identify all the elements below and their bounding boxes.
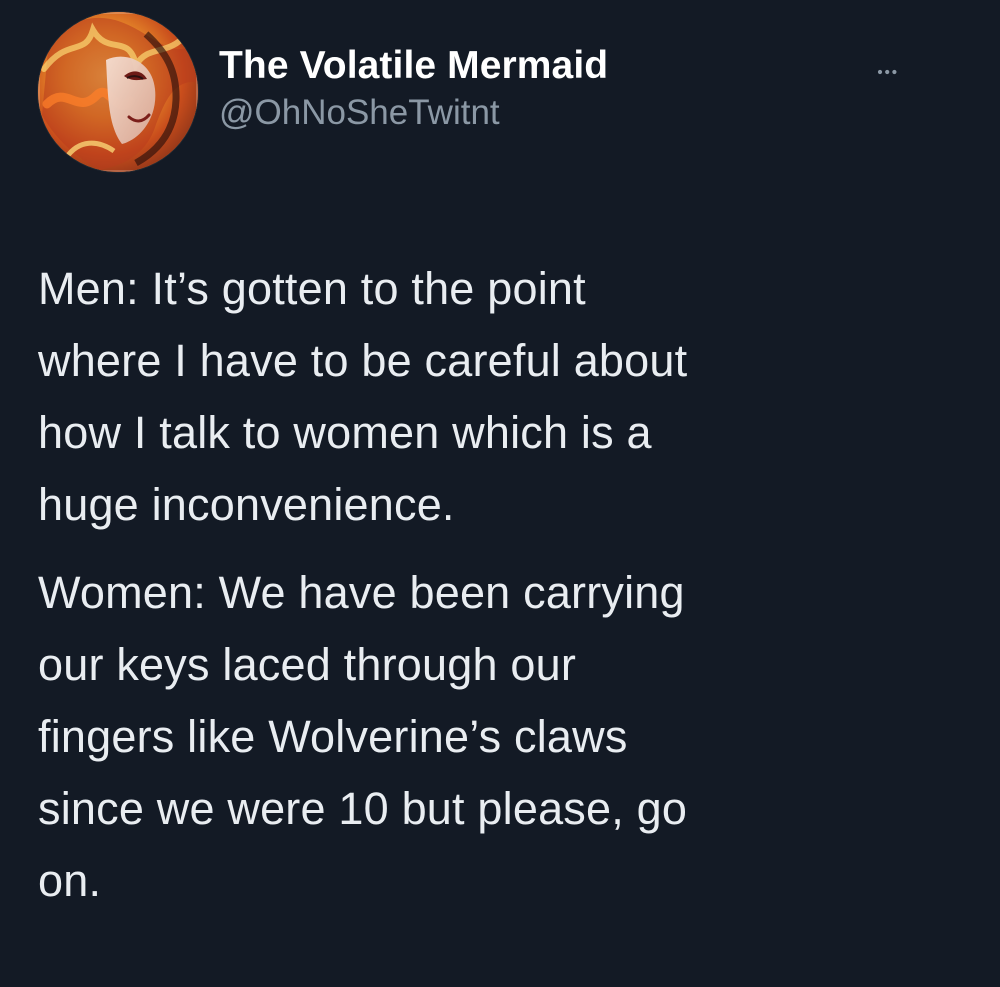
tweet-text: Men: It’s gotten to the point where I ha…: [38, 253, 963, 917]
tweet-paragraph-women: Women: We have been carrying our keys la…: [38, 567, 688, 906]
tweet-header: The Volatile Mermaid @OhNoSheTwitnt: [38, 12, 978, 177]
avatar[interactable]: [38, 12, 198, 172]
more-options-button[interactable]: [876, 60, 912, 84]
ellipsis-horizontal-icon: [877, 69, 897, 75]
tweet-card: The Volatile Mermaid @OhNoSheTwitnt Men:…: [0, 0, 1000, 987]
profile-photo-icon: [38, 12, 198, 172]
author-info: The Volatile Mermaid @OhNoSheTwitnt: [219, 43, 608, 135]
author-display-name[interactable]: The Volatile Mermaid: [219, 43, 608, 89]
tweet-paragraph-men: Men: It’s gotten to the point where I ha…: [38, 263, 688, 530]
author-handle[interactable]: @OhNoSheTwitnt: [219, 91, 608, 135]
